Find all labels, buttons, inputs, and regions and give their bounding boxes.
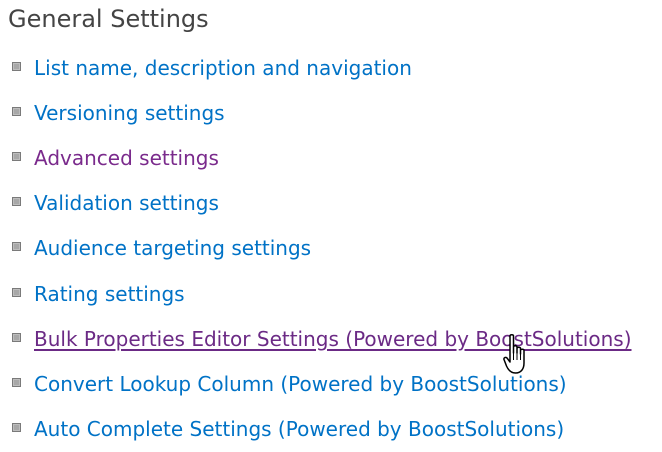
square-bullet-icon xyxy=(12,61,21,71)
square-bullet-icon xyxy=(12,377,21,387)
square-bullet-icon xyxy=(12,106,21,116)
square-bullet-icon xyxy=(12,197,21,207)
bulk-properties-editor-settings-link[interactable]: Bulk Properties Editor Settings (Powered… xyxy=(34,326,632,352)
square-bullet-icon xyxy=(12,242,21,252)
audience-targeting-settings-link[interactable]: Audience targeting settings xyxy=(34,235,311,261)
square-bullet-icon xyxy=(12,423,21,433)
hand-pointer-icon xyxy=(503,333,525,374)
advanced-settings-link[interactable]: Advanced settings xyxy=(34,145,219,171)
square-bullet-icon xyxy=(12,151,21,161)
versioning-settings-link[interactable]: Versioning settings xyxy=(34,100,225,126)
convert-lookup-column-link[interactable]: Convert Lookup Column (Powered by BoostS… xyxy=(34,371,567,397)
rating-settings-link[interactable]: Rating settings xyxy=(34,281,185,307)
auto-complete-settings-link[interactable]: Auto Complete Settings (Powered by Boost… xyxy=(34,416,564,442)
square-bullet-icon xyxy=(12,287,21,297)
validation-settings-link[interactable]: Validation settings xyxy=(34,190,219,216)
square-bullet-icon xyxy=(12,332,21,342)
section-title: General Settings xyxy=(8,5,209,33)
list-name-description-navigation-link[interactable]: List name, description and navigation xyxy=(34,55,412,81)
